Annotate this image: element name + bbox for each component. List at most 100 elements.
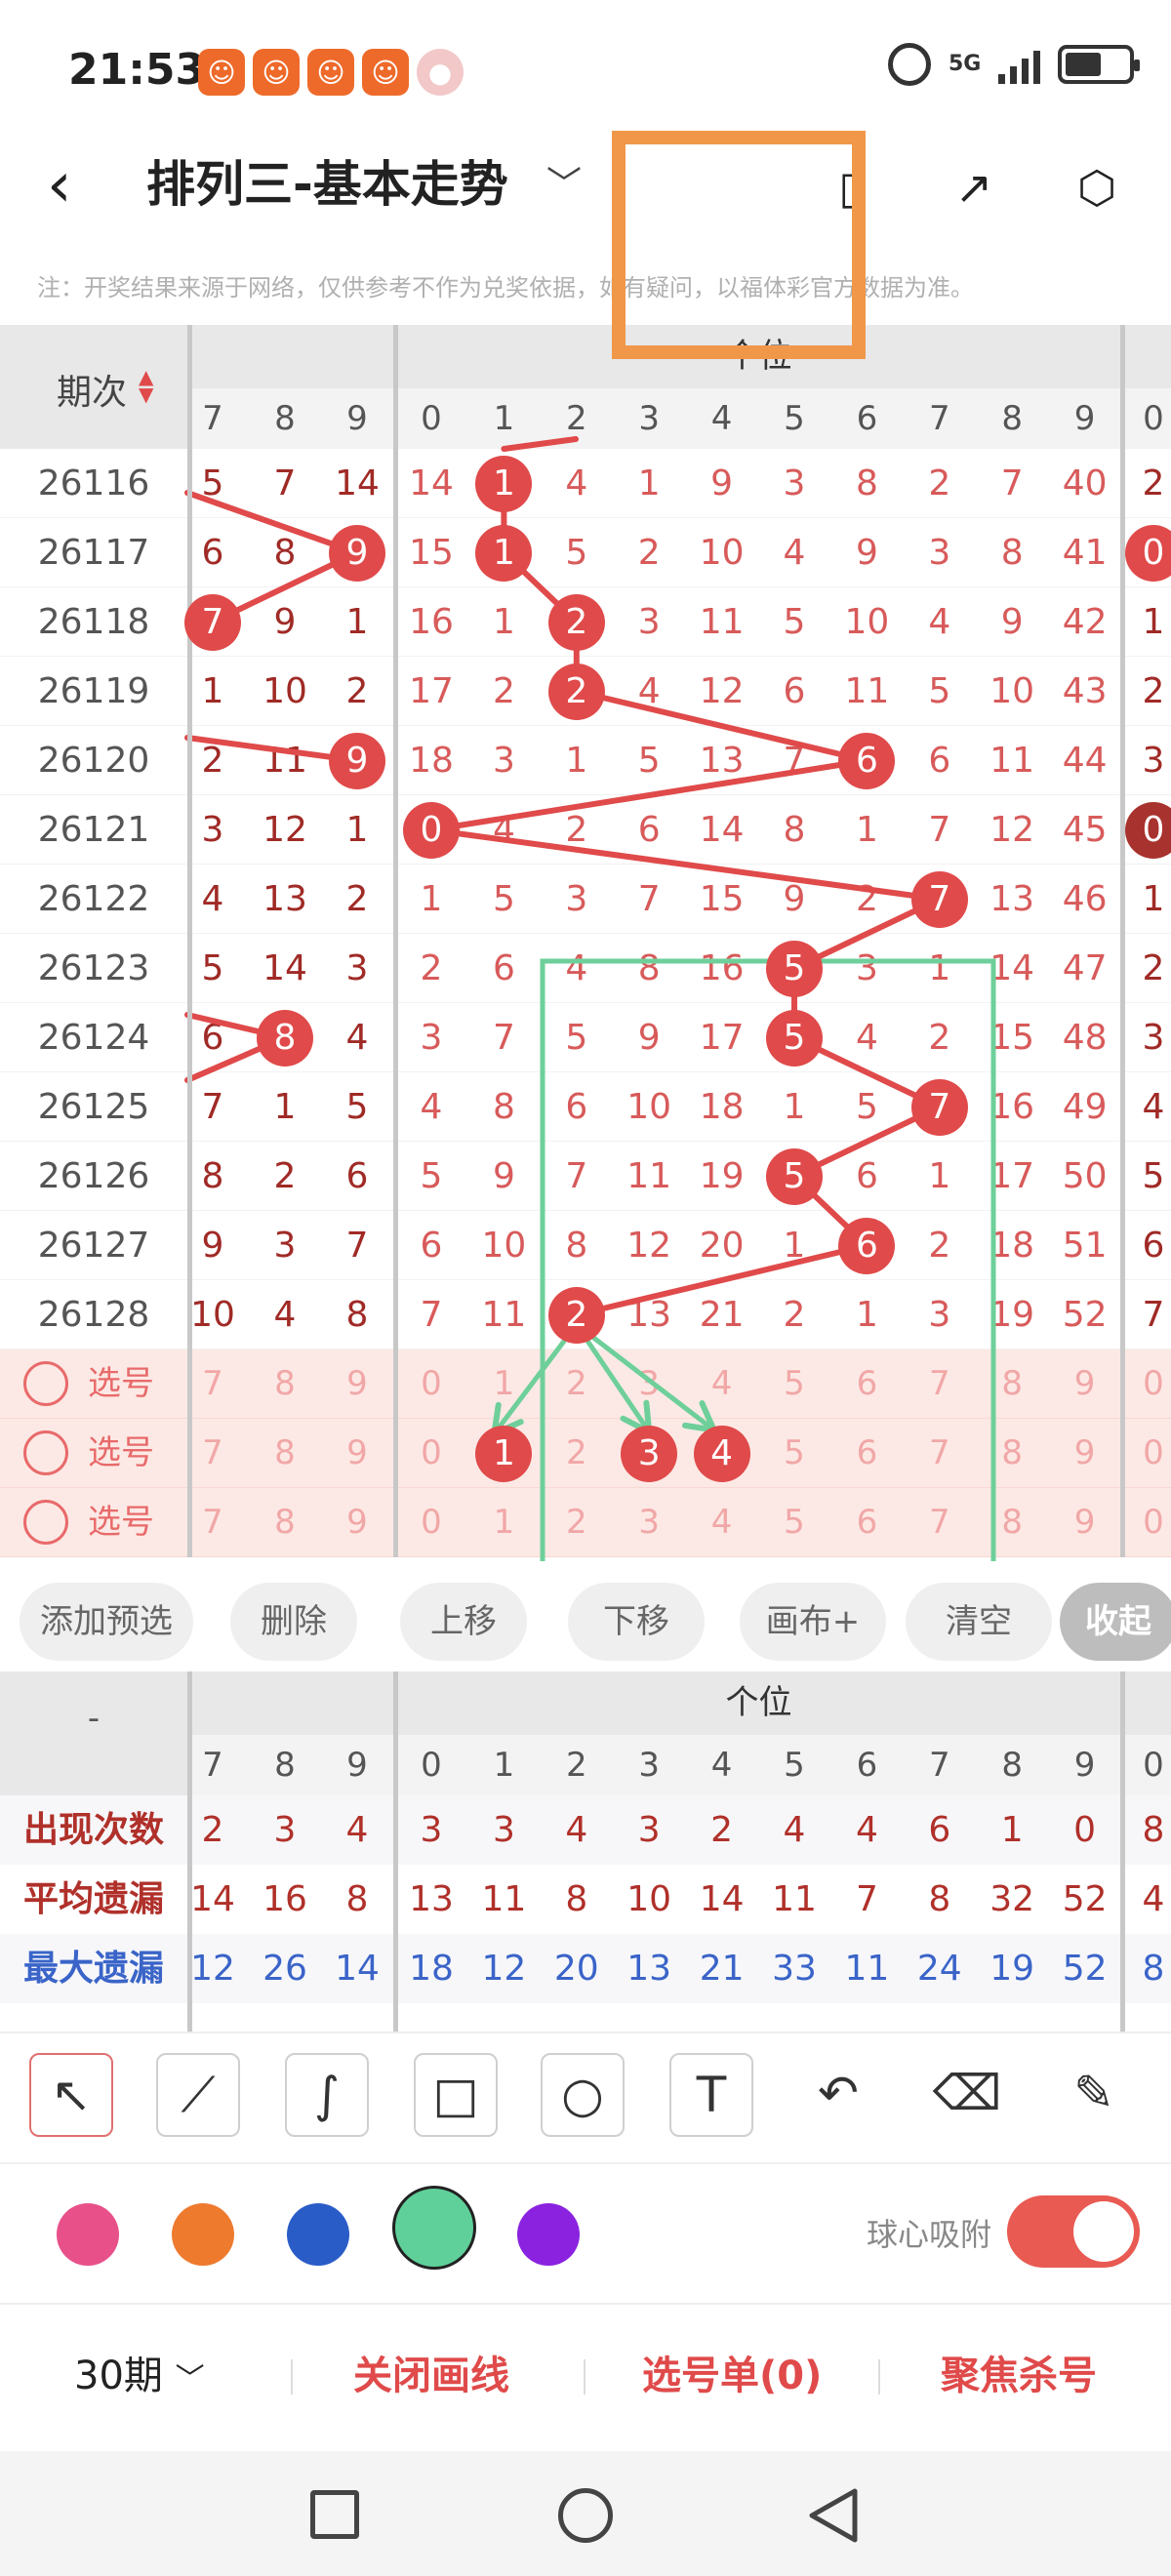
blue-swatch[interactable] [287,2203,349,2266]
action-button-6[interactable]: 收起 [1060,1583,1171,1661]
digit-header[interactable]: 4 [686,1735,758,1795]
hit-ball[interactable]: 7 [184,593,241,651]
orange-swatch[interactable] [172,2203,234,2266]
action-button-3[interactable]: 下移 [568,1583,705,1661]
stats-section-label: 个位 [725,1683,792,1722]
hit-ball[interactable]: 5 [766,1009,823,1067]
hit-ball[interactable]: 5 [766,940,823,997]
app-notification-icon: ☺ [307,49,354,96]
digit-header[interactable]: 6 [830,1735,903,1795]
hit-ball[interactable]: 5 [766,1147,823,1205]
selected-pick-ball[interactable]: 1 [475,1425,533,1482]
digit-header[interactable]: 8 [249,1735,321,1795]
digit-header[interactable]: 7 [904,1735,976,1795]
eraser-icon[interactable]: ⌫ [925,2053,1009,2137]
text-tool-icon[interactable]: T [669,2053,753,2137]
line-tool-icon[interactable]: ⟋ [156,2053,240,2137]
hit-ball[interactable]: 6 [838,1217,896,1274]
snap-toggle[interactable] [1007,2195,1140,2268]
action-button-1[interactable]: 删除 [230,1583,357,1661]
stats-cell: 4 [345,1810,369,1850]
divider [1120,1671,1125,2033]
digit-header[interactable]: 3 [613,1735,685,1795]
share-icon[interactable]: ↗ [945,158,1003,217]
trend-lines-overlay [184,436,996,1561]
digit-header[interactable]: 9 [1049,1735,1121,1795]
back-nav-icon[interactable] [806,2486,861,2545]
pick-list-button[interactable]: 选号单(0) [642,2342,822,2410]
app-notification-icon: ☺ [362,49,409,96]
hit-ball[interactable]: 1 [475,455,533,512]
divider [187,1671,192,2033]
undo-icon[interactable]: ↶ [796,2053,880,2137]
digit-header[interactable]: 0 [395,1735,467,1795]
hit-ball[interactable]: 2 [547,663,605,720]
hit-ball[interactable]: 7 [910,1078,968,1136]
hit-ball[interactable]: 9 [329,732,385,789]
stats-row: 最大遗漏 12 26 14 18 12 20 13 21 33 11 24 19 52 8 [0,1934,1171,2003]
stats-cell: 6 [928,1810,951,1850]
trend-line [573,1242,870,1318]
drawn-rectangle[interactable] [540,958,996,1561]
selected-pick-ball[interactable]: 3 [621,1425,678,1482]
green-swatch[interactable] [392,2186,476,2270]
hit-ball[interactable]: 6 [838,732,896,789]
snap-label: 球心吸附 [867,2216,992,2253]
back-button[interactable]: ‹ [47,146,105,224]
home-icon[interactable] [558,2488,613,2543]
stats-cell: 21 [699,1949,745,1989]
brush-clear-icon[interactable]: ✎ [1052,2053,1136,2137]
pink-swatch[interactable] [57,2203,119,2266]
recents-icon[interactable] [310,2490,359,2539]
stats-cell: 32 [989,1879,1035,1919]
curve-tool-icon[interactable]: ∫ [285,2053,369,2137]
trend-table: 期次 ▲▼ 个位 78901234567890 2611657141414193… [0,325,1171,1561]
digit-header[interactable]: 5 [758,1735,830,1795]
stats-cell: 3 [273,1810,297,1850]
orientation-icon[interactable]: ▯ [822,158,880,217]
arrow-tool-icon[interactable]: ↖ [29,2053,113,2137]
purple-swatch[interactable] [517,2203,580,2266]
hit-ball[interactable]: 7 [910,870,968,928]
hit-ball[interactable]: 0 [1125,801,1171,859]
action-button-0[interactable]: 添加预选 [20,1583,193,1661]
hit-ball[interactable]: 2 [547,1286,605,1344]
focus-kill-button[interactable]: 聚焦杀号 [941,2342,1097,2410]
circle-tool-icon[interactable]: ○ [541,2053,625,2137]
digit-header[interactable]: 8 [976,1735,1048,1795]
stats-cell: 3 [492,1810,515,1850]
stats-cell: 10 [626,1879,672,1919]
digit-header[interactable]: 1 [467,1735,540,1795]
stats-label: 平均遗漏 [22,1879,164,1919]
rect-tool-icon[interactable]: □ [414,2053,498,2137]
stats-label: 最大遗漏 [22,1949,164,1989]
hit-ball[interactable]: 8 [257,1009,313,1067]
toggle-knob [1073,2201,1134,2262]
hit-ball[interactable]: 1 [475,524,533,582]
divider [0,2032,1171,2033]
settings-icon[interactable]: ⬡ [1068,158,1126,217]
digit-header[interactable]: 0 [1117,1735,1171,1795]
page-title[interactable]: 排列三-基本走势 [146,150,508,219]
action-button-4[interactable]: 画布+ [740,1583,886,1661]
selected-pick-ball[interactable]: 4 [693,1425,750,1482]
ball-app-icon: ● [417,49,464,96]
stats-cell: 3 [637,1810,661,1850]
period-select[interactable]: 30期 ﹀ [74,2342,205,2414]
stats-cell: 7 [855,1879,878,1919]
hit-ball[interactable]: 2 [547,593,605,651]
close-lines-button[interactable]: 关闭画线 [353,2342,509,2410]
stats-cell: 8 [565,1879,588,1919]
hit-ball[interactable]: 0 [403,801,460,859]
digit-header[interactable]: 9 [321,1735,393,1795]
chevron-down-icon: ﹀ [175,2362,205,2396]
digit-header[interactable]: 2 [541,1735,613,1795]
divider [584,2359,586,2395]
app-notification-icon: ☺ [253,49,300,96]
action-button-5[interactable]: 清空 [906,1583,1052,1661]
chevron-down-icon[interactable]: ﹀ [546,156,582,215]
hit-ball[interactable]: 9 [329,524,385,582]
hit-ball[interactable]: 0 [1125,524,1171,582]
stats-cell: 1 [1000,1810,1024,1850]
action-button-2[interactable]: 上移 [400,1583,527,1661]
